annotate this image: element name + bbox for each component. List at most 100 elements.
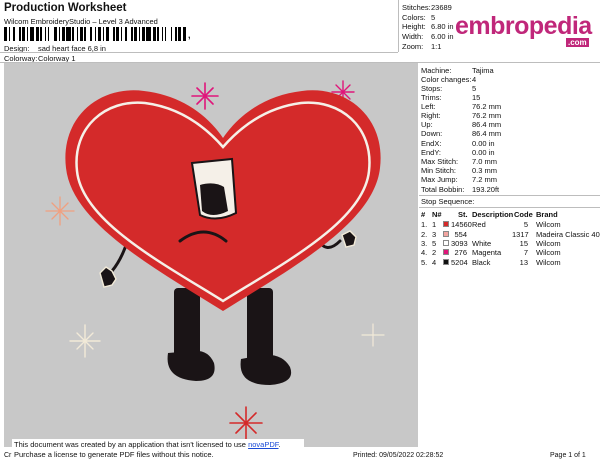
machine-label: EndY: bbox=[421, 148, 442, 157]
stat-stitches: Stitches: 23689 bbox=[402, 3, 452, 12]
barcode bbox=[4, 27, 186, 41]
divider bbox=[0, 52, 398, 53]
brand-logo-tld: .com bbox=[566, 38, 589, 47]
machine-row: Up: 86.4 mm bbox=[421, 120, 501, 129]
machine-label: Left: bbox=[421, 102, 436, 111]
notice-text: This document was created by an applicat… bbox=[14, 440, 249, 449]
embroidery-design bbox=[45, 80, 385, 440]
machine-label: Color changes: bbox=[421, 75, 472, 84]
row-number: 3. bbox=[421, 239, 428, 248]
stop-sequence-row: 2. 3 554 1317 Madeira Classic 40 bbox=[421, 230, 600, 239]
printed-timestamp: Printed: 09/05/2022 02:28:52 bbox=[353, 452, 444, 459]
machine-row: Color changes: 4 bbox=[421, 75, 476, 84]
row-code: 15 bbox=[519, 239, 528, 248]
col-code: Code bbox=[514, 210, 533, 219]
col-number: # bbox=[421, 210, 426, 219]
machine-label: Trims: bbox=[421, 93, 442, 102]
machine-row: EndX: 0.00 in bbox=[421, 139, 495, 148]
machine-value: 4 bbox=[472, 75, 477, 84]
footer-left: Cr bbox=[4, 452, 12, 459]
page-title: Production Worksheet bbox=[4, 2, 127, 14]
machine-value: 86.4 mm bbox=[472, 129, 502, 138]
machine-row: Stops: 5 bbox=[421, 84, 476, 93]
barcode-bar bbox=[182, 27, 186, 41]
row-number: 2. bbox=[421, 230, 428, 239]
color-swatch bbox=[443, 249, 449, 255]
color-swatch bbox=[443, 221, 449, 227]
row-stitches: 5204 bbox=[451, 258, 468, 267]
row-code: 5 bbox=[523, 220, 528, 229]
divider bbox=[419, 195, 600, 196]
stat-label: Width: bbox=[402, 32, 424, 41]
machine-row: Left: 76.2 mm bbox=[421, 102, 501, 111]
machine-value: 193.20ft bbox=[472, 185, 500, 194]
stat-label: Height: bbox=[402, 22, 426, 31]
stat-height: Height: 6.80 in bbox=[402, 22, 454, 31]
col-needle: N# bbox=[432, 210, 442, 219]
row-needle: 5 bbox=[432, 239, 437, 248]
machine-label: EndX: bbox=[421, 139, 442, 148]
machine-row: Right: 76.2 mm bbox=[421, 111, 501, 120]
license-notice: This document was created by an applicat… bbox=[12, 439, 304, 461]
sparkle-cream-left bbox=[69, 324, 101, 358]
row-stitches: 14560 bbox=[451, 220, 472, 229]
row-needle: 2 bbox=[432, 248, 437, 257]
machine-label: Min Stitch: bbox=[421, 166, 457, 175]
machine-row: Total Bobbin: 193.20ft bbox=[421, 185, 499, 194]
stat-value: 1:1 bbox=[431, 42, 442, 51]
machine-label: Stops: bbox=[421, 84, 443, 93]
col-brand: Brand bbox=[536, 210, 558, 219]
machine-row: Down: 86.4 mm bbox=[421, 129, 501, 138]
machine-value: 0.3 mm bbox=[472, 166, 498, 175]
divider bbox=[419, 207, 600, 208]
machine-label: Machine: bbox=[421, 66, 452, 75]
machine-row: Machine: Tajima bbox=[421, 66, 494, 75]
sparkle-pink-top bbox=[191, 82, 219, 110]
row-brand: Wilcom bbox=[536, 258, 561, 267]
machine-row: Min Stitch: 0.3 mm bbox=[421, 166, 497, 175]
sparkle-red-bottom bbox=[229, 406, 263, 440]
color-swatch bbox=[443, 240, 449, 246]
barcode-suffix: , bbox=[188, 30, 191, 40]
machine-row: EndY: 0.00 in bbox=[421, 148, 495, 157]
machine-value: Tajima bbox=[472, 66, 494, 75]
stat-label: Colors: bbox=[402, 13, 426, 22]
machine-row: Trims: 15 bbox=[421, 93, 480, 102]
machine-row: Max Stitch: 7.0 mm bbox=[421, 157, 497, 166]
stat-width: Width: 6.00 in bbox=[402, 32, 454, 41]
stat-value: 23689 bbox=[431, 3, 452, 12]
stop-sequence-row: 4. 2 276 Magenta 7 Wilcom bbox=[421, 248, 600, 257]
machine-value: 5 bbox=[472, 84, 477, 93]
design-preview bbox=[4, 63, 418, 447]
row-stitches: 276 bbox=[454, 248, 467, 257]
machine-value: 76.2 mm bbox=[472, 111, 502, 120]
machine-value: 0.00 in bbox=[472, 148, 495, 157]
stop-sequence-title: Stop Sequence: bbox=[421, 197, 475, 206]
brand-logo: embropedia bbox=[455, 12, 592, 40]
stat-label: Stitches: bbox=[402, 3, 431, 12]
notice-line2: Purchase a license to generate PDF files… bbox=[14, 450, 214, 459]
color-swatch bbox=[443, 231, 449, 237]
machine-value: 0.00 in bbox=[472, 139, 495, 148]
row-description: Red bbox=[472, 220, 486, 229]
stop-sequence-row: 5. 4 5204 Black 13 Wilcom bbox=[421, 258, 600, 267]
row-needle: 4 bbox=[432, 258, 437, 267]
sparkle-peach-left bbox=[45, 196, 75, 226]
row-number: 4. bbox=[421, 248, 428, 257]
stop-sequence-row: 3. 5 3093 White 15 Wilcom bbox=[421, 239, 600, 248]
machine-value: 86.4 mm bbox=[472, 120, 502, 129]
row-stitches: 3093 bbox=[451, 239, 468, 248]
machine-row: Max Jump: 7.2 mm bbox=[421, 175, 497, 184]
row-needle: 3 bbox=[432, 230, 437, 239]
stat-value: 6.00 in bbox=[431, 32, 454, 41]
software-name: Wilcom EmbroideryStudio – Level 3 Advanc… bbox=[4, 17, 158, 26]
color-swatch bbox=[443, 259, 449, 265]
machine-value: 7.2 mm bbox=[472, 175, 498, 184]
machine-label: Right: bbox=[421, 111, 441, 120]
stat-label: Zoom: bbox=[402, 42, 424, 51]
row-needle: 1 bbox=[432, 220, 437, 229]
machine-value: 15 bbox=[472, 93, 481, 102]
machine-label: Down: bbox=[421, 129, 443, 138]
page-number: Page 1 of 1 bbox=[550, 452, 586, 459]
novapdf-link[interactable]: novaPDF bbox=[248, 440, 278, 449]
